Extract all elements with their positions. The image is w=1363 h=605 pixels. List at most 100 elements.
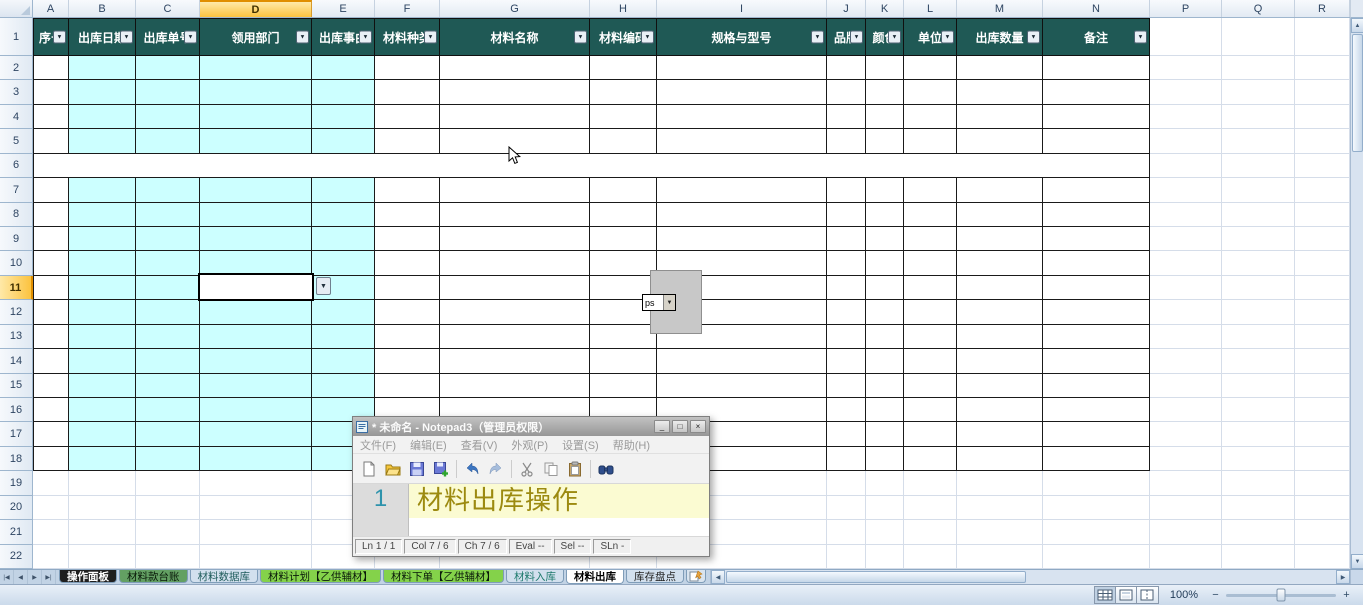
cell-R21[interactable]	[1295, 520, 1350, 545]
sheet-tab-材料下单【乙供辅材】[interactable]: 材料下单【乙供辅材】	[383, 570, 504, 583]
cell-A16[interactable]	[33, 398, 69, 423]
cell-C20[interactable]	[136, 495, 200, 521]
maximize-button[interactable]: □	[672, 420, 688, 433]
cell-M4[interactable]	[957, 104, 1043, 130]
cell-D17[interactable]	[200, 422, 312, 447]
cell-Q9[interactable]	[1222, 227, 1295, 252]
cell-B8[interactable]	[69, 202, 136, 227]
cell-R20[interactable]	[1295, 495, 1350, 521]
header-cell-材料种类[interactable]: 材料种类 ▼	[375, 18, 440, 56]
cell-J22[interactable]	[827, 544, 866, 569]
cell-H15[interactable]	[590, 373, 657, 398]
cell-A9[interactable]	[33, 227, 69, 252]
cell-M10[interactable]	[957, 251, 1043, 276]
cell-M2[interactable]	[957, 56, 1043, 81]
cell-K18[interactable]	[866, 446, 904, 472]
header-cell-领用部门[interactable]: 领用部门 ▼	[200, 18, 312, 56]
cell-D7[interactable]	[200, 178, 312, 203]
cell-B13[interactable]	[69, 324, 136, 350]
row-number-22[interactable]: 22	[0, 544, 33, 569]
cell-R8[interactable]	[1295, 202, 1350, 227]
cell-I4[interactable]	[657, 104, 827, 130]
cell-Q1[interactable]	[1222, 18, 1295, 56]
combobox-arrow-icon[interactable]: ▼	[663, 295, 675, 310]
row-number-15[interactable]: 15	[0, 373, 33, 398]
cell-F5[interactable]	[375, 129, 440, 154]
cell-P18[interactable]	[1150, 446, 1222, 472]
cell-Q22[interactable]	[1222, 544, 1295, 569]
cell-Q12[interactable]	[1222, 300, 1295, 325]
cell-H2[interactable]	[590, 56, 657, 81]
cell-K7[interactable]	[866, 178, 904, 203]
cell-R22[interactable]	[1295, 544, 1350, 569]
cell-C19[interactable]	[136, 471, 200, 496]
cell-B2[interactable]	[69, 56, 136, 81]
cell-C12[interactable]	[136, 300, 200, 325]
cell-J17[interactable]	[827, 422, 866, 447]
cell-H10[interactable]	[590, 251, 657, 276]
menu-item-设置(S)[interactable]: 设置(S)	[555, 437, 606, 453]
cell-H4[interactable]	[590, 104, 657, 130]
cell-Q4[interactable]	[1222, 104, 1295, 130]
sheet-tab-库存盘点[interactable]: 库存盘点	[626, 570, 684, 583]
cell-J21[interactable]	[827, 520, 866, 545]
column-letter-E[interactable]: E	[312, 0, 375, 17]
column-letter-P[interactable]: P	[1150, 0, 1222, 17]
cell-L20[interactable]	[904, 495, 957, 521]
header-cell-品牌[interactable]: 品牌 ▼	[827, 18, 866, 56]
cell-K10[interactable]	[866, 251, 904, 276]
page-layout-view-button[interactable]	[1116, 587, 1137, 603]
cell-G3[interactable]	[440, 80, 590, 105]
cell-M5[interactable]	[957, 129, 1043, 154]
zoom-in-button[interactable]: +	[1340, 589, 1353, 602]
cell-H5[interactable]	[590, 129, 657, 154]
cell-J5[interactable]	[827, 129, 866, 154]
scroll-up-arrow[interactable]: ▲	[1351, 18, 1363, 33]
cell-L15[interactable]	[904, 373, 957, 398]
row-number-1[interactable]: 1	[0, 18, 33, 56]
cell-M21[interactable]	[957, 520, 1043, 545]
cell-F9[interactable]	[375, 227, 440, 252]
header-cell-序号[interactable]: 序号 ▼	[33, 18, 69, 56]
cell-R11[interactable]	[1295, 275, 1350, 301]
cell-R6[interactable]	[1295, 153, 1350, 179]
cell-C17[interactable]	[136, 422, 200, 447]
cell-Q15[interactable]	[1222, 373, 1295, 398]
cell-R19[interactable]	[1295, 471, 1350, 496]
filter-button-品牌[interactable]: ▼	[850, 30, 863, 44]
cell-A19[interactable]	[33, 471, 69, 496]
cell-C4[interactable]	[136, 104, 200, 130]
column-letter-Q[interactable]: Q	[1222, 0, 1295, 17]
column-letter-K[interactable]: K	[866, 0, 904, 17]
row-number-20[interactable]: 20	[0, 495, 33, 521]
cell-N4[interactable]	[1043, 104, 1150, 130]
horizontal-scroll-thumb[interactable]	[726, 571, 1026, 583]
cell-Q2[interactable]	[1222, 56, 1295, 81]
cell-P10[interactable]	[1150, 251, 1222, 276]
cell-M15[interactable]	[957, 373, 1043, 398]
row-number-18[interactable]: 18	[0, 446, 33, 472]
cell-D8[interactable]	[200, 202, 312, 227]
vertical-scrollbar[interactable]: ▲ ▼	[1350, 18, 1363, 569]
cell-F15[interactable]	[375, 373, 440, 398]
cell-P19[interactable]	[1150, 471, 1222, 496]
cell-R9[interactable]	[1295, 227, 1350, 252]
cell-D20[interactable]	[200, 495, 312, 521]
scroll-down-arrow[interactable]: ▼	[1351, 554, 1363, 569]
cell-H13[interactable]	[590, 324, 657, 350]
cell-F7[interactable]	[375, 178, 440, 203]
header-cell-规格与型号[interactable]: 规格与型号 ▼	[657, 18, 827, 56]
cell-C9[interactable]	[136, 227, 200, 252]
cell-C2[interactable]	[136, 56, 200, 81]
cell-Q19[interactable]	[1222, 471, 1295, 496]
cell-I8[interactable]	[657, 202, 827, 227]
column-letter-M[interactable]: M	[957, 0, 1043, 17]
first-sheet-button[interactable]: |◀	[0, 570, 14, 584]
filter-button-材料名称[interactable]: ▼	[574, 30, 587, 44]
cell-A18[interactable]	[33, 446, 69, 472]
column-letter-I[interactable]: I	[657, 0, 827, 17]
cell-F12[interactable]	[375, 300, 440, 325]
cell-M7[interactable]	[957, 178, 1043, 203]
filter-button-单位[interactable]: ▼	[941, 30, 954, 44]
cell-L7[interactable]	[904, 178, 957, 203]
